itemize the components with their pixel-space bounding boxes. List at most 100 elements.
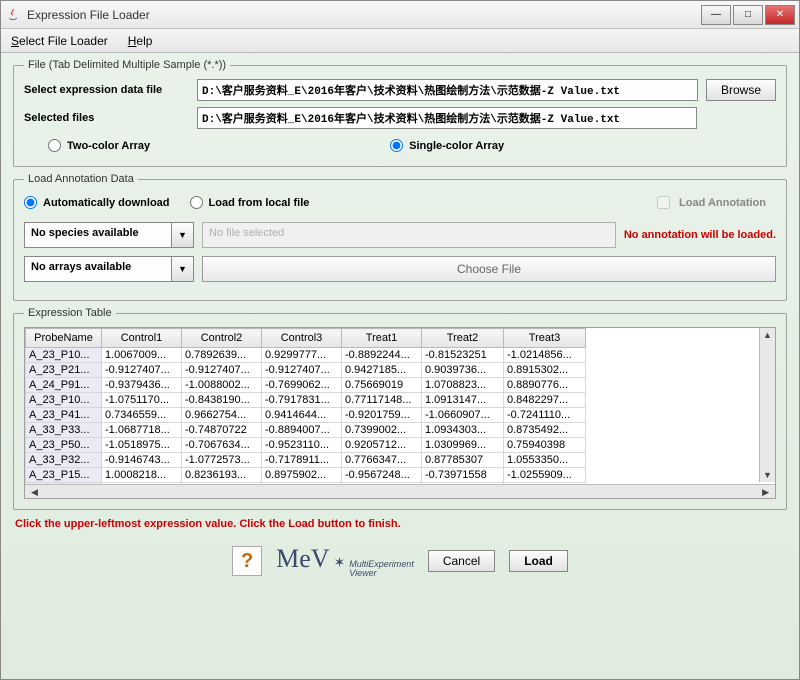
scroll-right-icon[interactable]: ▶ <box>758 487 773 498</box>
probe-cell[interactable]: A_23_P41... <box>26 408 102 423</box>
table-scroll[interactable]: ProbeNameControl1Control2Control3Treat1T… <box>25 328 775 484</box>
value-cell[interactable]: 0.75669019 <box>342 378 422 393</box>
value-cell[interactable]: -0.9127407... <box>262 363 342 378</box>
menu-help[interactable]: Help <box>124 32 157 50</box>
value-cell[interactable]: -0.8438190... <box>182 393 262 408</box>
value-cell[interactable]: 1.0553350... <box>504 453 586 468</box>
maximize-button[interactable]: □ <box>733 5 763 25</box>
column-header[interactable]: Treat1 <box>342 329 422 348</box>
value-cell[interactable]: -1.0751170... <box>102 393 182 408</box>
value-cell[interactable]: -1.0255909... <box>504 468 586 483</box>
table-row[interactable]: A_23_P21...-0.9127407...-0.9127407...-0.… <box>26 363 586 378</box>
cancel-button[interactable]: Cancel <box>428 550 495 572</box>
arrays-combo[interactable]: No arrays available ▼ <box>24 256 194 282</box>
probe-cell[interactable]: A_33_P32... <box>26 453 102 468</box>
table-row[interactable]: A_23_P41...0.7346559...0.9662754...0.941… <box>26 408 586 423</box>
value-cell[interactable]: 0.8915302... <box>504 363 586 378</box>
value-cell[interactable]: -0.9201759... <box>342 408 422 423</box>
value-cell[interactable]: 0.9205712... <box>342 438 422 453</box>
value-cell[interactable]: -0.7917831... <box>262 393 342 408</box>
value-cell[interactable]: 0.9039736... <box>422 363 504 378</box>
browse-button[interactable]: Browse <box>706 79 776 101</box>
value-cell[interactable]: -0.9379436... <box>102 378 182 393</box>
value-cell[interactable]: -0.8894007... <box>262 423 342 438</box>
value-cell[interactable]: 0.9427185... <box>342 363 422 378</box>
value-cell[interactable]: -0.9146743... <box>102 453 182 468</box>
table-row[interactable]: A_23_P10...-1.0751170...-0.8438190...-0.… <box>26 393 586 408</box>
probe-cell[interactable]: A_23_P10... <box>26 393 102 408</box>
column-header[interactable]: ProbeName <box>26 329 102 348</box>
value-cell[interactable]: -1.0518975... <box>102 438 182 453</box>
value-cell[interactable]: -0.7699062... <box>262 378 342 393</box>
auto-download-radio[interactable]: Automatically download <box>24 196 170 209</box>
value-cell[interactable]: 1.0309969... <box>422 438 504 453</box>
value-cell[interactable]: 0.8975902... <box>262 468 342 483</box>
scroll-down-icon[interactable]: ▼ <box>760 470 775 480</box>
value-cell[interactable]: -1.0214856... <box>504 348 586 363</box>
value-cell[interactable]: -1.0660907... <box>422 408 504 423</box>
value-cell[interactable]: -0.7241110... <box>504 408 586 423</box>
probe-cell[interactable]: A_23_P15... <box>26 468 102 483</box>
column-header[interactable]: Treat2 <box>422 329 504 348</box>
value-cell[interactable]: 0.8735492... <box>504 423 586 438</box>
column-header[interactable]: Treat3 <box>504 329 586 348</box>
scroll-left-icon[interactable]: ◀ <box>27 487 42 498</box>
value-cell[interactable]: 1.0067009... <box>102 348 182 363</box>
table-row[interactable]: A_23_P15...1.0008218...0.8236193...0.897… <box>26 468 586 483</box>
two-color-radio[interactable]: Two-color Array <box>48 139 150 152</box>
value-cell[interactable]: 0.8482297... <box>504 393 586 408</box>
value-cell[interactable]: 0.7766347... <box>342 453 422 468</box>
select-file-input[interactable] <box>197 79 698 101</box>
value-cell[interactable]: -0.8892244... <box>342 348 422 363</box>
column-header[interactable]: Control3 <box>262 329 342 348</box>
value-cell[interactable]: 0.77117148... <box>342 393 422 408</box>
horizontal-scrollbar[interactable]: ◀ ▶ <box>25 484 775 499</box>
value-cell[interactable]: 0.9662754... <box>182 408 262 423</box>
value-cell[interactable]: -0.7067634... <box>182 438 262 453</box>
value-cell[interactable]: -0.73971558 <box>422 468 504 483</box>
scroll-up-icon[interactable]: ▲ <box>760 330 775 340</box>
load-annotation-check[interactable]: Load Annotation <box>653 193 766 212</box>
value-cell[interactable]: 1.0913147... <box>422 393 504 408</box>
table-row[interactable]: A_24_P91...-0.9379436...-1.0088002...-0.… <box>26 378 586 393</box>
value-cell[interactable]: -0.9567248... <box>342 468 422 483</box>
local-file-radio[interactable]: Load from local file <box>190 196 310 209</box>
value-cell[interactable]: 0.8236193... <box>182 468 262 483</box>
value-cell[interactable]: -0.9523110... <box>262 438 342 453</box>
value-cell[interactable]: 0.7892639... <box>182 348 262 363</box>
choose-file-button[interactable]: Choose File <box>202 256 776 282</box>
load-button[interactable]: Load <box>509 550 568 572</box>
chevron-down-icon[interactable]: ▼ <box>172 222 194 248</box>
close-button[interactable]: ✕ <box>765 5 795 25</box>
probe-cell[interactable]: A_23_P10... <box>26 348 102 363</box>
table-row[interactable]: A_33_P32...-0.9146743...-1.0772573...-0.… <box>26 453 586 468</box>
probe-cell[interactable]: A_24_P91... <box>26 378 102 393</box>
table-row[interactable]: A_23_P10...1.0067009...0.7892639...0.929… <box>26 348 586 363</box>
vertical-scrollbar[interactable]: ▲ ▼ <box>759 328 775 482</box>
table-row[interactable]: A_33_P33...-1.0687718...-0.74870722-0.88… <box>26 423 586 438</box>
value-cell[interactable]: -0.9127407... <box>182 363 262 378</box>
value-cell[interactable]: 0.9299777... <box>262 348 342 363</box>
value-cell[interactable]: -0.8135740... <box>342 483 422 485</box>
table-row[interactable]: A_23_P50...-1.0518975...-0.7067634...-0.… <box>26 438 586 453</box>
menu-file-loader[interactable]: Select File Loader <box>7 32 112 50</box>
probe-cell[interactable]: A_33_P33... <box>26 423 102 438</box>
value-cell[interactable]: 0.75940398 <box>504 438 586 453</box>
value-cell[interactable]: -0.74870722 <box>182 423 262 438</box>
value-cell[interactable]: 0.8890776... <box>504 378 586 393</box>
value-cell[interactable]: -1.0687718... <box>102 423 182 438</box>
column-header[interactable]: Control2 <box>182 329 262 348</box>
value-cell[interactable]: 0.7346559... <box>102 408 182 423</box>
chevron-down-icon[interactable]: ▼ <box>172 256 194 282</box>
value-cell[interactable]: 0.87785307 <box>422 453 504 468</box>
single-color-radio[interactable]: Single-color Array <box>390 139 504 152</box>
value-cell[interactable]: 1.0008218... <box>102 468 182 483</box>
probe-cell[interactable]: A_23_P21... <box>26 363 102 378</box>
value-cell[interactable]: -0.7178911... <box>262 453 342 468</box>
data-table[interactable]: ProbeNameControl1Control2Control3Treat1T… <box>25 328 586 484</box>
probe-cell[interactable]: A_23_P50... <box>26 438 102 453</box>
value-cell[interactable]: -1.0772573... <box>182 453 262 468</box>
value-cell[interactable]: 0.7399002... <box>342 423 422 438</box>
selected-files-input[interactable] <box>197 107 697 129</box>
value-cell[interactable]: -0.9127407... <box>102 363 182 378</box>
